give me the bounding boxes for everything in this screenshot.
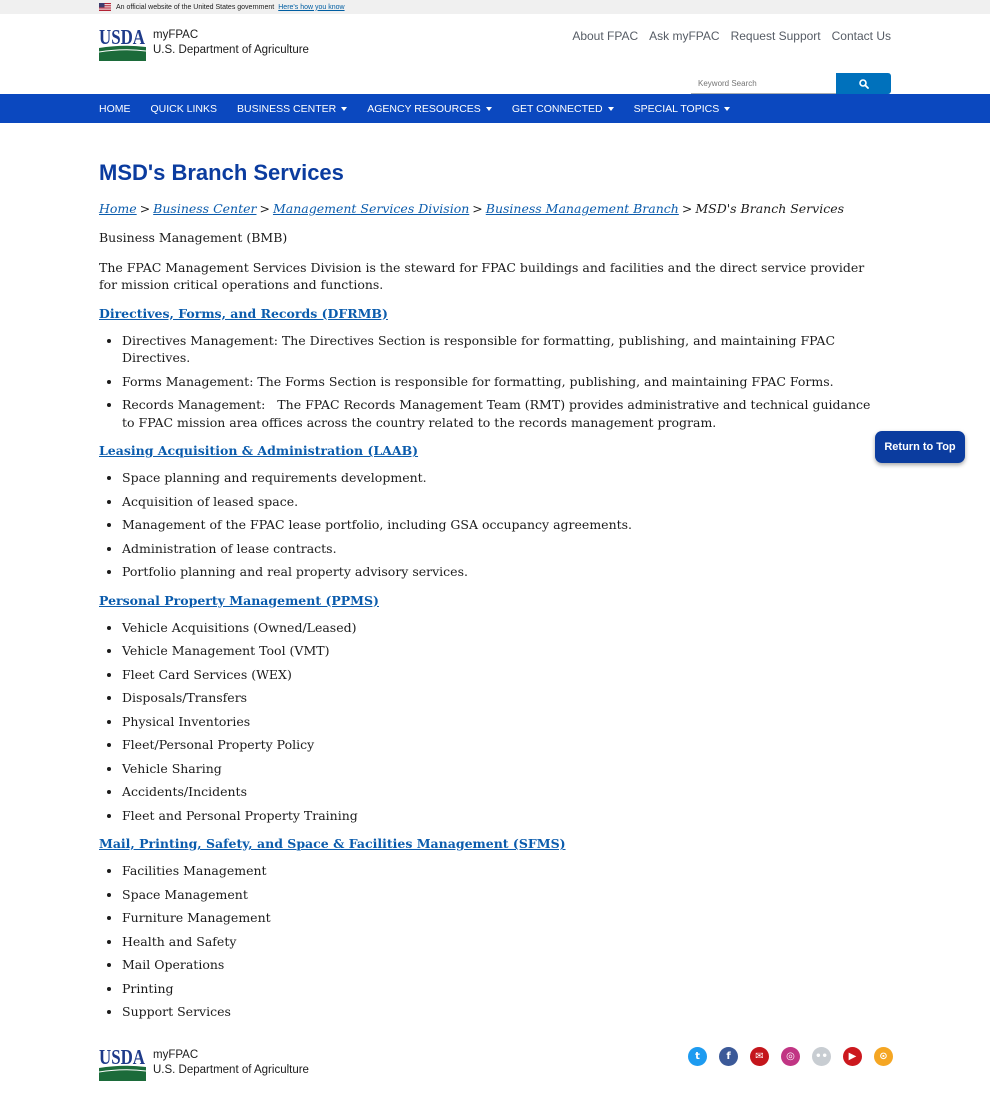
nav-agency-resources[interactable]: AGENCY RESOURCES <box>367 103 492 115</box>
footer-logo[interactable]: USDA myFPAC U.S. Department of Agricultu… <box>99 1047 309 1081</box>
caret-down-icon <box>724 106 731 111</box>
list-item: Space Management <box>122 886 879 904</box>
list-item: Mail Operations <box>122 956 879 974</box>
search-input[interactable] <box>691 73 836 94</box>
breadcrumb-separator: > <box>139 201 151 216</box>
list-item: Health and Safety <box>122 933 879 951</box>
list-item: Administration of lease contracts. <box>122 540 879 558</box>
page-title: MSD's Branch Services <box>99 160 344 185</box>
list-item: Fleet/Personal Property Policy <box>122 736 879 754</box>
intro-paragraph: The FPAC Management Services Division is… <box>99 259 865 293</box>
footer-site-name: myFPAC <box>153 1049 199 1061</box>
blog-icon[interactable]: ✉ <box>750 1047 769 1066</box>
list-item: Vehicle Sharing <box>122 760 879 778</box>
usda-logo-icon: USDA <box>99 1047 146 1081</box>
util-ask-myfpac[interactable]: Ask myFPAC <box>649 29 719 43</box>
search-button[interactable] <box>836 73 891 94</box>
main-content: MSD's Branch Services Home > Business Cent… <box>99 123 879 1027</box>
caret-down-icon <box>485 106 492 111</box>
utility-nav: About FPAC Ask myFPAC Request Support Co… <box>572 29 891 43</box>
breadcrumb-separator: > <box>681 201 693 216</box>
section-list-sfms: Facilities Management Space Management F… <box>99 862 879 1021</box>
list-item: Records Management: The FPAC Records Man… <box>122 396 879 431</box>
usda-logo-lettering: USDA <box>99 1047 146 1069</box>
youtube-icon[interactable]: ▶ <box>843 1047 862 1066</box>
list-item: Fleet and Personal Property Training <box>122 807 879 825</box>
flickr-icon[interactable]: •• <box>812 1047 831 1066</box>
list-item: Fleet Card Services (WEX) <box>122 666 879 684</box>
section-link-dfrmb[interactable]: Directives, Forms, and Records (DFRMB) <box>99 305 879 323</box>
list-item: Support Services <box>122 1003 879 1021</box>
nav-business-center-label: BUSINESS CENTER <box>237 102 337 115</box>
breadcrumb-management-services-division[interactable]: Management Services Division <box>273 201 469 216</box>
breadcrumb-current: MSD's Branch Services <box>695 201 845 216</box>
site-logo[interactable]: USDA myFPAC U.S. Department of Agricultu… <box>99 27 309 61</box>
footer-logo-text: myFPAC U.S. Department of Agriculture <box>153 1047 309 1078</box>
list-item: Forms Management: The Forms Section is r… <box>122 373 879 391</box>
section-link-sfms[interactable]: Mail, Printing, Safety, and Space & Faci… <box>99 835 879 853</box>
list-item: Vehicle Management Tool (VMT) <box>122 642 879 660</box>
caret-down-icon <box>341 106 348 111</box>
instagram-icon[interactable]: ◎ <box>781 1047 800 1066</box>
breadcrumb-home[interactable]: Home <box>99 201 137 216</box>
util-contact-us[interactable]: Contact Us <box>832 29 891 43</box>
usda-logo-lettering: USDA <box>99 27 146 49</box>
nav-get-connected-label: GET CONNECTED <box>511 102 603 115</box>
list-item: Vehicle Acquisitions (Owned/Leased) <box>122 619 879 637</box>
section-list-dfrmb: Directives Management: The Directives Se… <box>99 332 879 432</box>
list-item: Disposals/Transfers <box>122 689 879 707</box>
list-item: Furniture Management <box>122 909 879 927</box>
rss-icon[interactable]: ⊙ <box>874 1047 893 1066</box>
breadcrumb-separator: > <box>472 201 483 216</box>
list-item: Facilities Management <box>122 862 879 880</box>
usda-logo-icon: USDA <box>99 27 146 61</box>
breadcrumb-business-management-branch[interactable]: Business Management Branch <box>486 201 679 216</box>
list-item: Physical Inventories <box>122 713 879 731</box>
list-item: Directives Management: The Directives Se… <box>122 332 879 367</box>
site-header: USDA myFPAC U.S. Department of Agricultu… <box>0 14 990 94</box>
util-about-fpac[interactable]: About FPAC <box>572 29 638 43</box>
list-item: Management of the FPAC lease portfolio, … <box>122 516 879 534</box>
section-list-laab: Space planning and requirements developm… <box>99 469 879 581</box>
department-name: U.S. Department of Agriculture <box>153 44 309 56</box>
breadcrumb: Home > Business Center > Management Services… <box>99 200 879 217</box>
list-item: Accidents/Incidents <box>122 783 879 801</box>
caret-down-icon <box>607 106 614 111</box>
return-to-top-button[interactable]: Return to Top <box>875 431 965 463</box>
main-nav: HOME QUICK LINKS BUSINESS CENTER AGENCY … <box>0 94 990 123</box>
logo-text: myFPAC U.S. Department of Agriculture <box>153 27 309 58</box>
section-link-ppms[interactable]: Personal Property Management (PPMS) <box>99 592 879 610</box>
list-item: Portfolio planning and real property adv… <box>122 563 879 581</box>
nav-home-label: HOME <box>99 102 131 115</box>
list-item: Acquisition of leased space. <box>122 493 879 511</box>
nav-get-connected[interactable]: GET CONNECTED <box>512 103 614 115</box>
page-subtitle: Business Management (BMB) <box>99 230 288 245</box>
twitter-icon[interactable]: t <box>688 1047 707 1066</box>
nav-special-topics[interactable]: SPECIAL TOPICS <box>634 103 731 115</box>
nav-quick-links-label: QUICK LINKS <box>150 102 218 115</box>
list-item: Space planning and requirements developm… <box>122 469 879 487</box>
nav-business-center[interactable]: BUSINESS CENTER <box>237 102 348 115</box>
gov-banner: An official website of the United States… <box>0 0 990 14</box>
footer-department-name: U.S. Department of Agriculture <box>153 1064 309 1076</box>
gov-banner-link[interactable]: Here's how you know <box>278 4 344 11</box>
social-links: t f ✉ ◎ •• ▶ ⊙ <box>688 1047 893 1066</box>
breadcrumb-separator: > <box>259 201 270 216</box>
list-item: Printing <box>122 980 879 998</box>
search-icon <box>858 78 869 89</box>
nav-home[interactable]: HOME <box>99 103 131 115</box>
nav-quick-links[interactable]: QUICK LINKS <box>151 103 218 115</box>
section-list-ppms: Vehicle Acquisitions (Owned/Leased) Vehi… <box>99 619 879 825</box>
nav-special-topics-label: SPECIAL TOPICS <box>633 102 720 115</box>
site-name: myFPAC <box>153 29 199 41</box>
search-form <box>691 73 891 94</box>
breadcrumb-business-center[interactable]: Business Center <box>153 201 256 216</box>
us-flag-icon <box>99 3 111 11</box>
util-request-support[interactable]: Request Support <box>731 29 821 43</box>
gov-banner-text: An official website of the United States… <box>116 3 275 11</box>
facebook-icon[interactable]: f <box>719 1047 738 1066</box>
section-link-laab[interactable]: Leasing Acquisition & Administration (LA… <box>99 442 879 460</box>
nav-agency-resources-label: AGENCY RESOURCES <box>367 102 481 115</box>
